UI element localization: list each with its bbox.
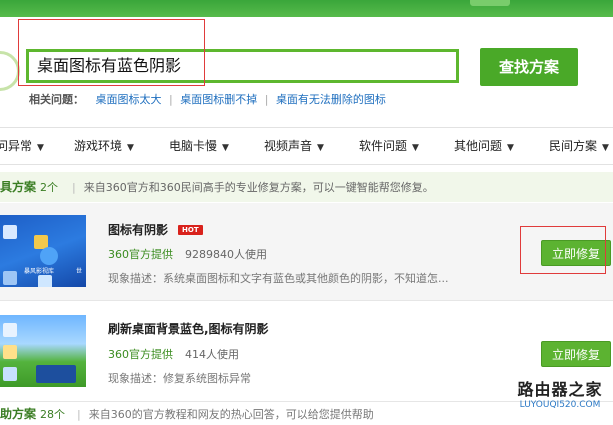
related-questions: 相关问题： 桌面图标太大 | 桌面图标删不掉 | 桌面有无法删除的图标 — [29, 93, 386, 107]
chevron-down-icon: ▼ — [127, 143, 134, 153]
desktop-icon — [38, 275, 52, 287]
desktop-icon — [3, 367, 17, 381]
top-banner — [0, 0, 613, 17]
find-solution-button[interactable]: 查找方案 — [480, 48, 578, 86]
tab-other[interactable]: 其他问题 ▼ — [454, 128, 514, 164]
related-link-icons-too-big[interactable]: 桌面图标太大 — [96, 93, 162, 106]
chevron-down-icon: ▼ — [222, 143, 229, 153]
logo-circle-icon — [0, 51, 20, 91]
desktop-icon — [36, 365, 76, 383]
section-description: 来自360官方和360民间高手的专业修复方案，可以一键智能帮您修复。 — [83, 181, 434, 194]
solution-meta: 360官方提供 9289840人使用 — [108, 246, 267, 262]
media-player-icon — [40, 247, 58, 265]
section-count: 28个 — [40, 408, 66, 421]
thumb-label: 暴风影视库 — [24, 268, 55, 275]
chevron-down-icon: ▼ — [507, 143, 514, 153]
solution-title-text[interactable]: 图标有阴影 — [108, 223, 168, 237]
solution-thumbnail — [0, 315, 86, 387]
tab-software[interactable]: 软件问题 ▼ — [359, 128, 419, 164]
fix-now-button[interactable]: 立即修复 — [541, 341, 611, 367]
solution-thumbnail: 暴风影视库 世 — [0, 215, 86, 287]
section-title: 助方案 — [0, 407, 37, 421]
search-highlight-box — [18, 19, 205, 86]
site-watermark: 路由器之家 LUYOUQI520.COM — [510, 381, 610, 417]
related-separator: | — [169, 93, 173, 106]
section-count: 2个 — [40, 181, 59, 194]
hot-badge: HOT — [178, 225, 203, 235]
tab-video-audio[interactable]: 视频声音 ▼ — [264, 128, 324, 164]
fix-button-highlight-box — [520, 226, 606, 274]
section-description: 来自360的官方教程和网友的热心回答，可以给您提供帮助 — [88, 408, 374, 421]
section-separator: | — [72, 181, 76, 194]
related-separator: | — [264, 93, 269, 106]
solution-description: 现象描述：修复系统图标异常 — [108, 372, 251, 385]
section-header-tools: 具方案 2个 | 来自360官方和360民间高手的专业修复方案，可以一键智能帮您修复。 — [0, 172, 613, 202]
chevron-down-icon: ▼ — [602, 143, 609, 153]
watermark-cn: 路由器之家 — [517, 380, 603, 399]
category-tabs: 问异常 ▼ 游戏环境 ▼ 电脑卡慢 ▼ 视频声音 ▼ 软件问题 ▼ 其他问题 ▼ 民间方案 ▼ — [0, 127, 613, 165]
solution-meta: 360官方提供 414人使用 — [108, 346, 239, 362]
tab-label: 游戏环境 — [74, 139, 123, 153]
tab-label: 其他问题 — [454, 139, 503, 153]
thumb-label: 世 — [76, 268, 83, 275]
solution-title[interactable]: 图标有阴影 HOT — [108, 221, 203, 238]
solution-users: 9289840人使用 — [185, 248, 267, 261]
chevron-down-icon: ▼ — [412, 143, 419, 153]
tab-pc-slow[interactable]: 电脑卡慢 ▼ — [169, 128, 229, 164]
chevron-down-icon: ▼ — [317, 143, 324, 153]
solution-source: 360官方提供 — [108, 248, 173, 261]
related-link-undeletable-icons[interactable]: 桌面有无法删除的图标 — [276, 93, 386, 106]
solution-users: 414人使用 — [185, 348, 239, 361]
desktop-icon — [3, 271, 17, 285]
tab-label: 软件问题 — [359, 139, 408, 153]
tab-folk-solutions[interactable]: 民间方案 ▼ — [549, 128, 609, 164]
related-label: 相关问题： — [29, 93, 84, 106]
tab-label: 民间方案 — [549, 139, 598, 153]
section-separator: | — [77, 408, 81, 421]
tab-game-env[interactable]: 游戏环境 ▼ — [74, 128, 134, 164]
tab-abnormal[interactable]: 问异常 ▼ — [0, 128, 44, 164]
desktop-icon — [3, 323, 17, 337]
solution-title[interactable]: 刷新桌面背景蓝色,图标有阴影 — [108, 320, 269, 337]
solution-description: 现象描述：系统桌面图标和文字有蓝色或其他颜色的阴影，不知道怎... — [108, 272, 449, 285]
solution-source: 360官方提供 — [108, 348, 173, 361]
desktop-icon — [3, 345, 17, 359]
banner-decoration — [470, 0, 510, 6]
tab-label: 问异常 — [0, 139, 33, 153]
desktop-icon — [3, 225, 17, 239]
tab-label: 视频声音 — [264, 139, 313, 153]
watermark-en: LUYOUQI520.COM — [519, 400, 601, 410]
section-title: 具方案 — [0, 180, 37, 194]
related-link-cannot-delete[interactable]: 桌面图标删不掉 — [180, 93, 257, 106]
tab-label: 电脑卡慢 — [169, 139, 218, 153]
chevron-down-icon: ▼ — [37, 143, 44, 153]
